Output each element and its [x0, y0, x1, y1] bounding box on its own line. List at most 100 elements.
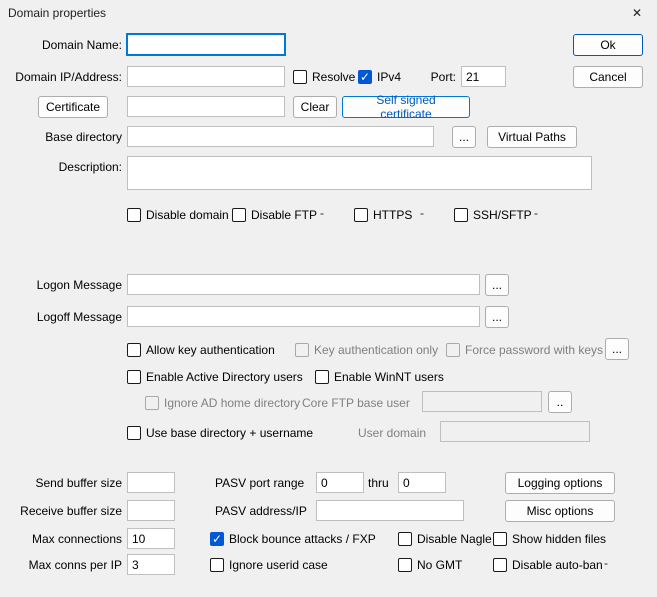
checkbox-icon: ✓ — [358, 70, 372, 84]
max-conns-ip-input[interactable] — [127, 554, 175, 575]
allow-key-auth-label: Allow key authentication — [146, 343, 275, 357]
port-ind-icon[interactable]: - — [534, 206, 538, 220]
description-label: Description: — [0, 160, 122, 174]
base-dir-label: Base directory — [0, 130, 122, 144]
checkbox-icon: ✓ — [210, 532, 224, 546]
checkbox-icon — [354, 208, 368, 222]
core-ftp-user-browse-button[interactable]: .. — [548, 391, 572, 413]
checkbox-icon — [398, 532, 412, 546]
use-base-user-checkbox[interactable]: Use base directory + username — [127, 424, 313, 442]
self-signed-cert-button[interactable]: Self signed certificate — [342, 96, 470, 118]
recv-buf-input[interactable] — [127, 500, 175, 521]
resolve-label: Resolve — [312, 70, 355, 84]
enable-winnt-label: Enable WinNT users — [334, 370, 444, 384]
disable-ftp-label: Disable FTP — [251, 208, 317, 222]
misc-options-button[interactable]: Misc options — [505, 500, 615, 522]
ignore-userid-case-checkbox[interactable]: Ignore userid case — [210, 556, 328, 574]
logon-msg-input[interactable] — [127, 274, 480, 295]
https-label: HTTPS — [373, 208, 412, 222]
virtual-paths-button[interactable]: Virtual Paths — [487, 126, 577, 148]
recv-buf-label: Receive buffer size — [0, 504, 122, 518]
close-icon[interactable]: ✕ — [625, 6, 649, 20]
disable-domain-checkbox[interactable]: Disable domain — [127, 206, 229, 224]
max-conns-ip-label: Max conns per IP — [0, 558, 122, 572]
pasv-addr-input[interactable] — [316, 500, 464, 521]
port-input[interactable] — [461, 66, 506, 87]
ignore-ad-home-checkbox: Ignore AD home directory — [145, 394, 300, 412]
block-bounce-checkbox[interactable]: ✓ Block bounce attacks / FXP — [210, 530, 376, 548]
autoban-more-icon[interactable]: - — [604, 556, 608, 570]
checkbox-icon — [293, 70, 307, 84]
send-buf-input[interactable] — [127, 472, 175, 493]
checkbox-icon — [493, 532, 507, 546]
pasv-from-input[interactable] — [316, 472, 364, 493]
core-ftp-user-input — [422, 391, 542, 412]
checkbox-icon — [210, 558, 224, 572]
description-input[interactable] — [127, 156, 592, 190]
logging-options-button[interactable]: Logging options — [505, 472, 615, 494]
pasv-to-input[interactable] — [398, 472, 446, 493]
clear-button[interactable]: Clear — [293, 96, 337, 118]
checkbox-icon — [315, 370, 329, 384]
checkbox-icon — [295, 343, 309, 357]
no-gmt-checkbox[interactable]: No GMT — [398, 556, 462, 574]
base-dir-input[interactable] — [127, 126, 434, 147]
ipv4-checkbox[interactable]: ✓ IPv4 — [358, 68, 401, 86]
certificate-button[interactable]: Certificate — [38, 96, 108, 118]
ok-button[interactable]: Ok — [573, 34, 643, 56]
domain-name-label: Domain Name: — [0, 38, 122, 52]
resolve-checkbox[interactable]: Resolve — [293, 68, 355, 86]
ssh-sftp-checkbox[interactable]: SSH/SFTP — [454, 206, 532, 224]
cancel-button[interactable]: Cancel — [573, 66, 643, 88]
logoff-msg-more-button[interactable]: ... — [485, 306, 509, 328]
checkbox-icon — [127, 370, 141, 384]
key-auth-more-button[interactable]: ... — [605, 338, 629, 360]
logon-msg-more-button[interactable]: ... — [485, 274, 509, 296]
thru-label: thru — [368, 476, 398, 490]
disable-autoban-checkbox[interactable]: Disable auto-ban — [493, 556, 603, 574]
logon-msg-label: Logon Message — [0, 278, 122, 292]
send-buf-label: Send buffer size — [0, 476, 122, 490]
user-domain-input — [440, 421, 590, 442]
force-pw-keys-label: Force password with keys — [465, 343, 603, 357]
logoff-msg-input[interactable] — [127, 306, 480, 327]
checkbox-icon — [454, 208, 468, 222]
logoff-msg-label: Logoff Message — [0, 310, 122, 324]
disable-nagle-label: Disable Nagle — [417, 532, 492, 546]
disable-autoban-label: Disable auto-ban — [512, 558, 603, 572]
no-gmt-label: No GMT — [417, 558, 462, 572]
checkbox-icon — [127, 343, 141, 357]
disable-domain-label: Disable domain — [146, 208, 229, 222]
base-dir-browse-button[interactable]: ... — [452, 126, 476, 148]
domain-name-input[interactable] — [127, 34, 285, 55]
core-ftp-user-label: Core FTP base user — [302, 396, 417, 410]
port-ind-icon[interactable]: - — [320, 206, 324, 220]
allow-key-auth-checkbox[interactable]: Allow key authentication — [127, 341, 275, 359]
domain-ip-input[interactable] — [127, 66, 285, 87]
use-base-user-label: Use base directory + username — [146, 426, 313, 440]
port-label: Port: — [414, 70, 456, 84]
disable-nagle-checkbox[interactable]: Disable Nagle — [398, 530, 492, 548]
port-ind-icon[interactable]: - — [420, 206, 424, 220]
checkbox-icon — [127, 208, 141, 222]
user-domain-label: User domain — [358, 426, 433, 440]
ignore-userid-case-label: Ignore userid case — [229, 558, 328, 572]
show-hidden-checkbox[interactable]: Show hidden files — [493, 530, 606, 548]
key-auth-only-label: Key authentication only — [314, 343, 438, 357]
max-conns-input[interactable] — [127, 528, 175, 549]
enable-ad-label: Enable Active Directory users — [146, 370, 303, 384]
checkbox-icon — [398, 558, 412, 572]
max-conns-label: Max connections — [0, 532, 122, 546]
key-auth-only-checkbox: Key authentication only — [295, 341, 438, 359]
checkbox-icon — [446, 343, 460, 357]
enable-winnt-checkbox[interactable]: Enable WinNT users — [315, 368, 444, 386]
checkbox-icon — [232, 208, 246, 222]
enable-ad-checkbox[interactable]: Enable Active Directory users — [127, 368, 303, 386]
force-pw-keys-checkbox: Force password with keys — [446, 341, 603, 359]
checkbox-icon — [127, 426, 141, 440]
certificate-input[interactable] — [127, 96, 285, 117]
https-checkbox[interactable]: HTTPS — [354, 206, 412, 224]
disable-ftp-checkbox[interactable]: Disable FTP — [232, 206, 317, 224]
show-hidden-label: Show hidden files — [512, 532, 606, 546]
window-title: Domain properties — [8, 6, 625, 20]
